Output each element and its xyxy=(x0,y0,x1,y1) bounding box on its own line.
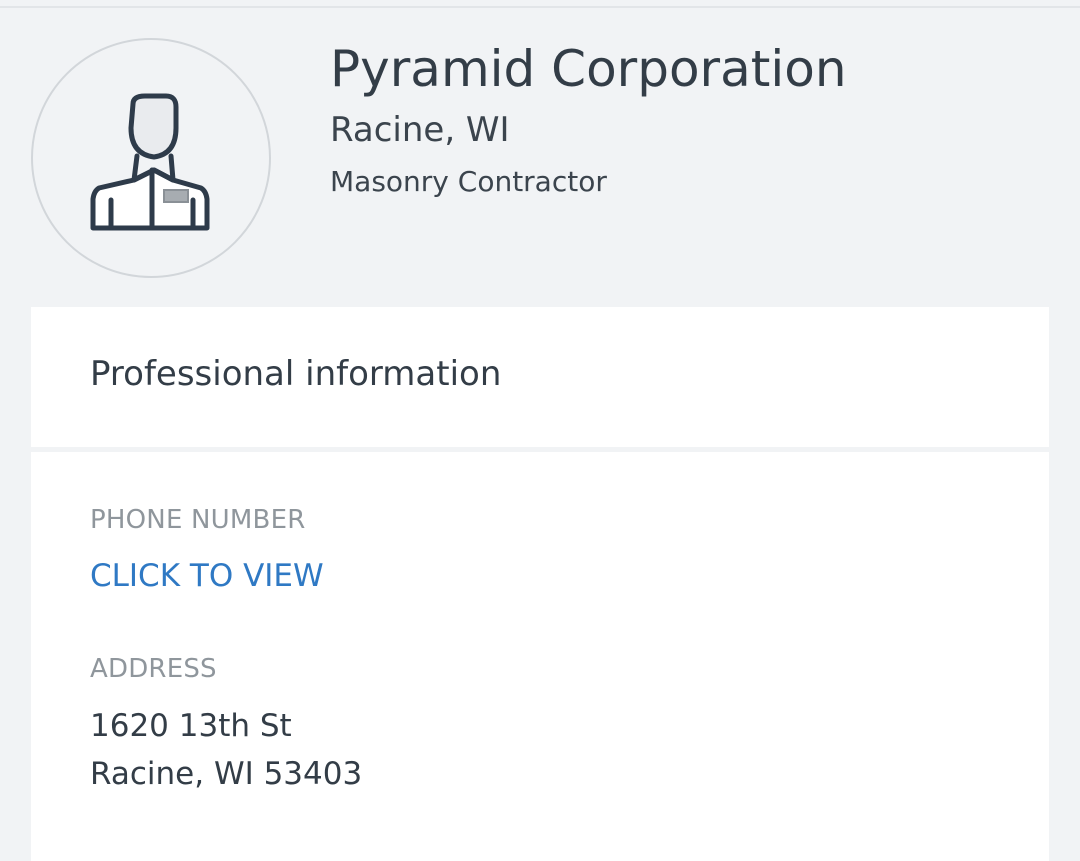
professional-info-header-card: Professional information xyxy=(31,307,1049,447)
view-phone-link[interactable]: CLICK TO VIEW xyxy=(90,556,324,596)
avatar xyxy=(31,38,271,278)
address-line-1: 1620 13th St xyxy=(90,708,292,744)
address-line-2: Racine, WI 53403 xyxy=(90,756,363,792)
phone-number-label: PHONE NUMBER xyxy=(90,505,306,535)
company-location: Racine, WI xyxy=(330,110,510,150)
professional-info-details-card: PHONE NUMBER CLICK TO VIEW ADDRESS 1620 … xyxy=(31,452,1049,861)
address-label: ADDRESS xyxy=(90,654,217,684)
section-title: Professional information xyxy=(90,354,502,394)
company-trade: Masonry Contractor xyxy=(330,165,607,198)
company-name: Pyramid Corporation xyxy=(330,40,847,98)
profile-header: Pyramid Corporation Racine, WI Masonry C… xyxy=(0,8,1080,306)
professional-person-icon xyxy=(90,93,210,231)
